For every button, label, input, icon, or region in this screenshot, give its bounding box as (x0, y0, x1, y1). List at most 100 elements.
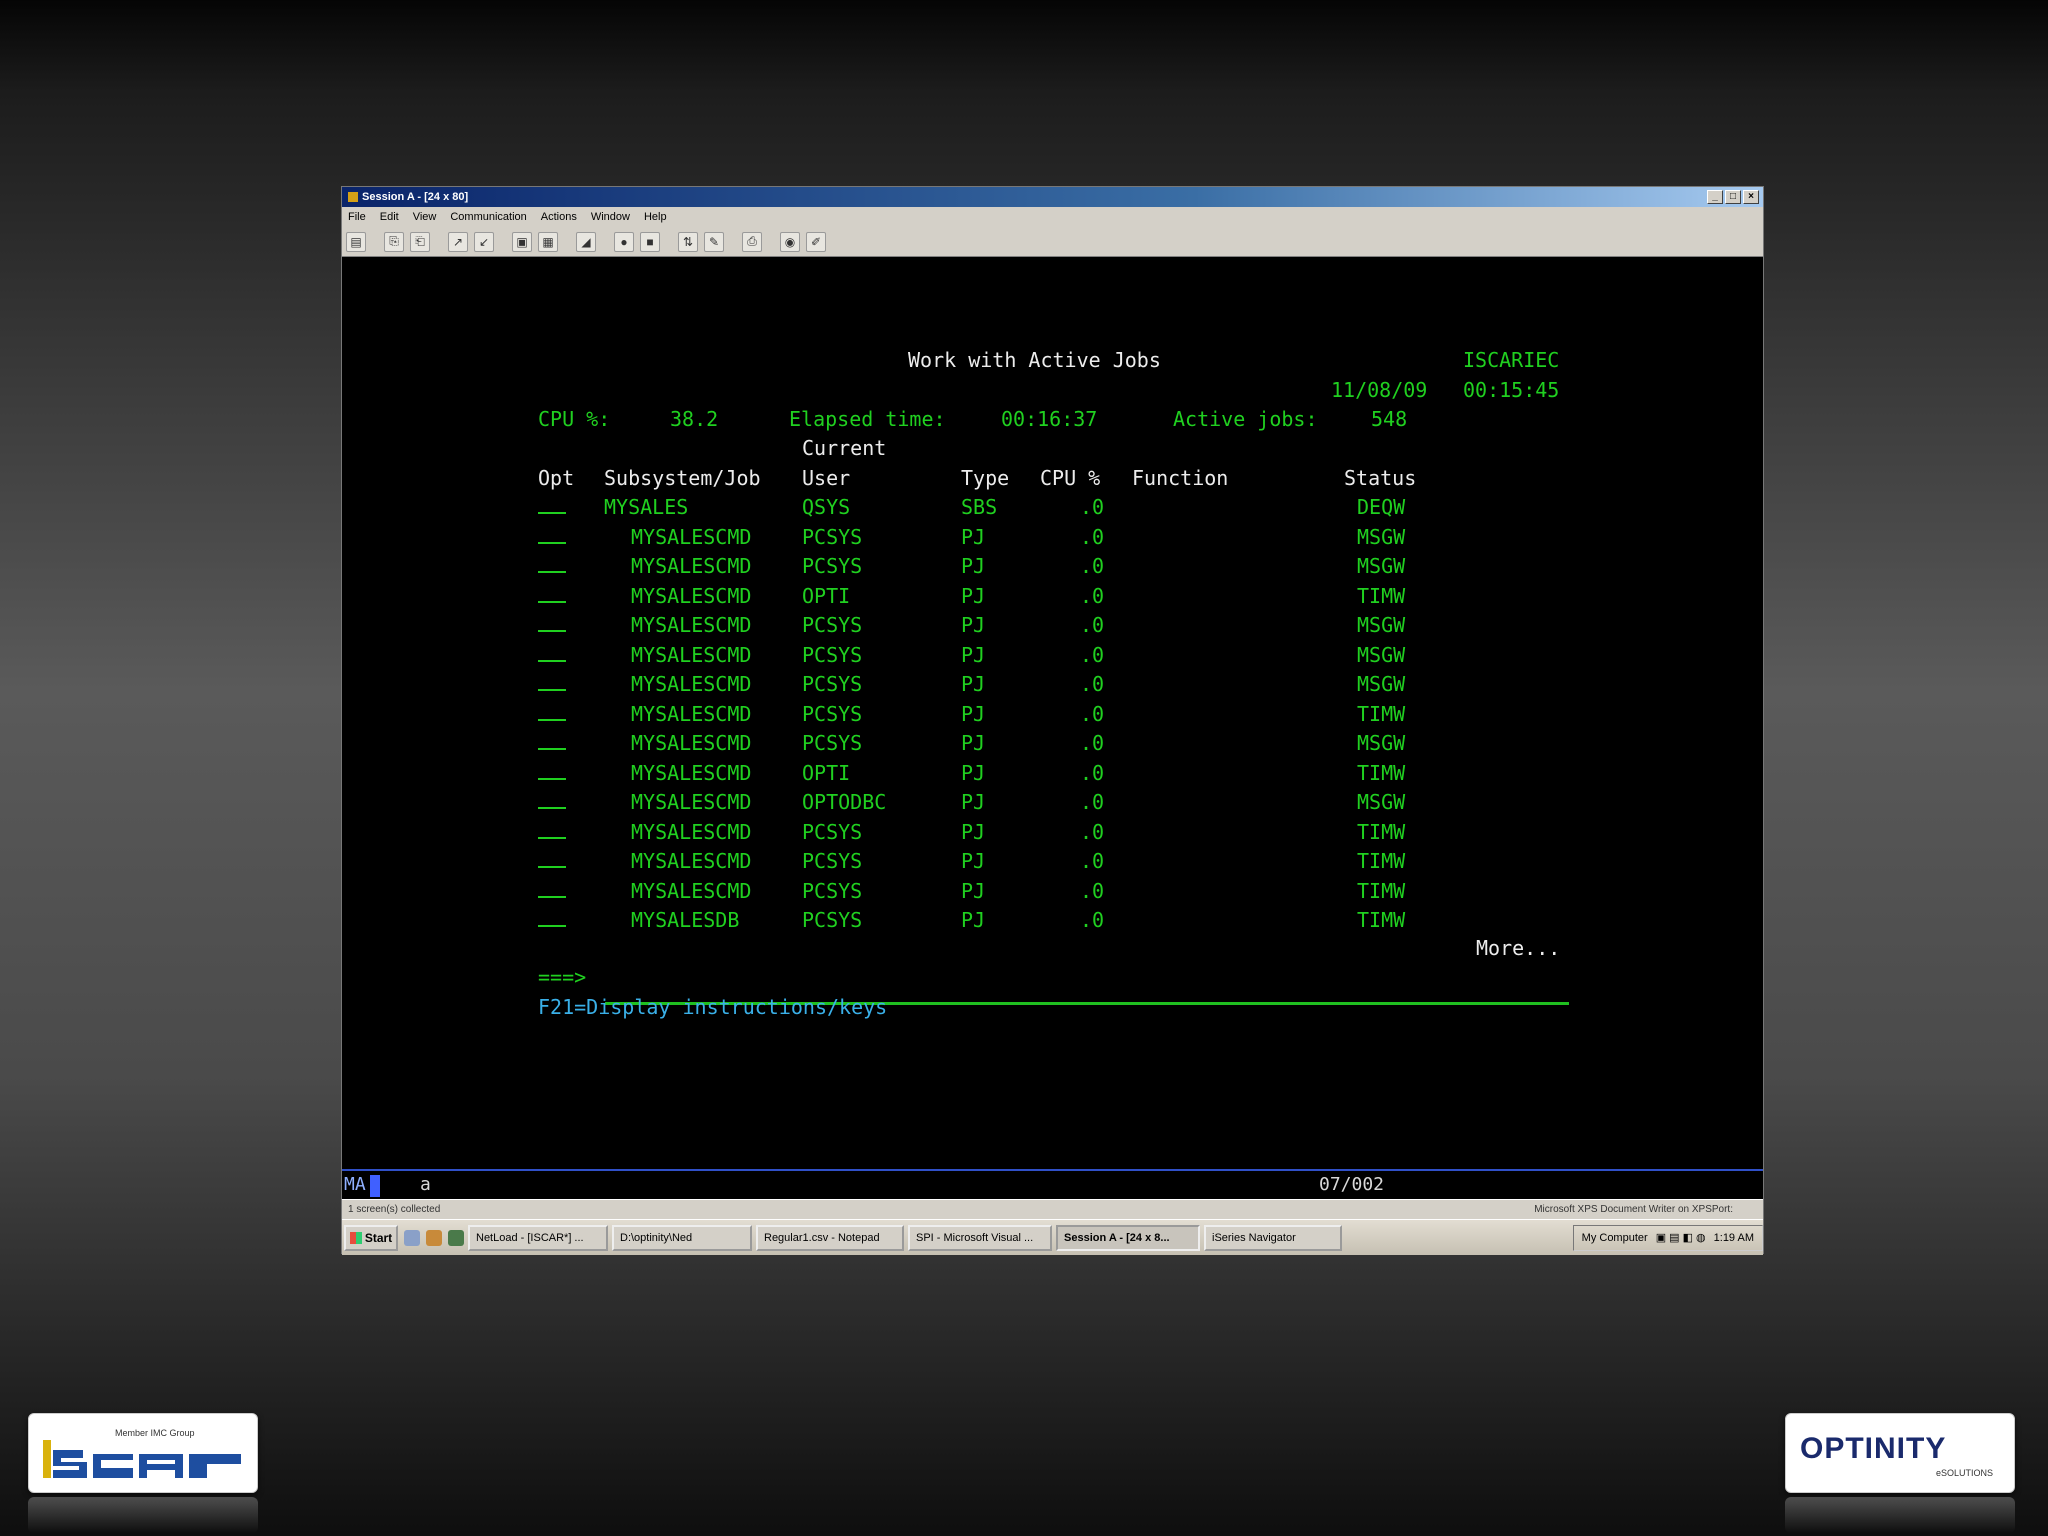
job-type: PJ (961, 613, 986, 637)
menu-communication[interactable]: Communication (450, 211, 526, 223)
job-cpu: .0 (1080, 613, 1105, 637)
job-name: MYSALESDB (631, 908, 740, 932)
header-user: User (802, 466, 851, 490)
opt-field[interactable] (538, 671, 566, 691)
quicklaunch-icon[interactable] (448, 1229, 464, 1246)
display-icon[interactable]: ▣ (512, 231, 532, 252)
emulator-window: Session A - [24 x 80] _ □ × File Edit Vi… (341, 186, 1764, 1255)
job-status: TIMW (1357, 760, 1406, 785)
edit-icon[interactable]: ✎ (704, 231, 724, 252)
opt-field[interactable] (538, 819, 566, 839)
opt-field[interactable] (538, 583, 566, 603)
quicklaunch-icon[interactable] (426, 1229, 442, 1246)
job-user: PCSYS (802, 672, 863, 696)
terminal-screen[interactable]: Work with Active Jobs ISCARIEC 11/08/09 … (342, 257, 1763, 1169)
job-status: TIMW (1357, 849, 1406, 873)
menu-help[interactable]: Help (644, 211, 667, 223)
task-button[interactable]: D:\optinity\Ned (612, 1224, 752, 1251)
paste-icon[interactable]: ⎗ (410, 231, 430, 252)
start-button[interactable]: Start (344, 1224, 398, 1251)
tray-label[interactable]: My Computer (1582, 1232, 1648, 1244)
job-type: PJ (961, 554, 986, 578)
command-prompt: ===> (538, 965, 587, 989)
menu-edit[interactable]: Edit (380, 211, 399, 223)
send-icon[interactable]: ↗ (448, 231, 468, 252)
date: 11/08/09 (1331, 378, 1428, 402)
record-macro-icon[interactable]: ● (614, 231, 634, 252)
job-cpu: .0 (1080, 760, 1105, 785)
opt-field[interactable] (538, 524, 566, 544)
transfer-icon[interactable]: ⇅ (678, 231, 698, 252)
opt-field[interactable] (538, 612, 566, 632)
menu-actions[interactable]: Actions (541, 211, 577, 223)
more-indicator: More... (1476, 936, 1561, 960)
oia-indicator: a (420, 1174, 431, 1195)
cpu-label: CPU %: (538, 407, 611, 431)
receive-icon[interactable]: ↙ (474, 231, 494, 252)
header-cpu: CPU % (1040, 466, 1101, 490)
job-cpu: .0 (1080, 790, 1105, 814)
time: 00:15:45 (1463, 378, 1560, 402)
elapsed-value: 00:16:37 (1001, 407, 1098, 431)
job-status: TIMW (1357, 701, 1406, 726)
print-screen-icon[interactable]: ▤ (346, 231, 366, 252)
minimize-icon[interactable]: _ (1707, 190, 1723, 204)
job-user: OPTI (802, 760, 851, 785)
job-cpu: .0 (1080, 731, 1105, 755)
opt-field[interactable] (538, 730, 566, 750)
opt-field[interactable] (538, 789, 566, 809)
job-type: PJ (961, 819, 986, 844)
job-status: MSGW (1357, 790, 1406, 814)
job-user: QSYS (802, 495, 851, 519)
header-type: Type (961, 466, 1010, 490)
menu-view[interactable]: View (413, 211, 437, 223)
task-button[interactable]: iSeries Navigator (1204, 1224, 1342, 1251)
job-cpu: .0 (1080, 524, 1105, 549)
job-name: MYSALESCMD (631, 642, 752, 667)
keypad-icon[interactable]: ▦ (538, 231, 558, 252)
function-keys: F21=Display instructions/keys (538, 995, 888, 1019)
job-status: TIMW (1357, 583, 1406, 608)
job-type: PJ (961, 583, 986, 608)
job-type: PJ (961, 672, 986, 696)
job-user: PCSYS (802, 613, 863, 637)
disconnect-icon[interactable]: ◢ (576, 231, 596, 252)
job-type: PJ (961, 790, 986, 814)
oia-mode: MA (344, 1174, 366, 1195)
job-user: PCSYS (802, 642, 863, 667)
menu-file[interactable]: File (348, 211, 366, 223)
job-cpu: .0 (1080, 554, 1105, 578)
window-title: Session A - [24 x 80] (362, 191, 469, 203)
oia-cursor (370, 1175, 380, 1197)
copy-icon[interactable]: ⎘ (384, 231, 404, 252)
job-cpu: .0 (1080, 583, 1105, 608)
cursor-position: 07/002 (1319, 1174, 1385, 1195)
maximize-icon[interactable]: □ (1725, 190, 1741, 204)
opt-field[interactable] (538, 642, 566, 662)
opt-field[interactable] (538, 878, 566, 898)
task-button-active[interactable]: Session A - [24 x 8... (1056, 1224, 1200, 1251)
job-cpu: .0 (1080, 819, 1105, 844)
pencil-icon[interactable]: ✐ (806, 231, 826, 252)
opt-field[interactable] (538, 701, 566, 721)
task-button[interactable]: SPI - Microsoft Visual ... (908, 1224, 1052, 1251)
opt-field[interactable] (538, 907, 566, 927)
task-button[interactable]: NetLoad - [ISCAR*] ... (468, 1224, 608, 1251)
document-icon[interactable]: ⎙ (742, 231, 762, 252)
status-left: 1 screen(s) collected (348, 1204, 441, 1215)
close-icon[interactable]: × (1743, 190, 1759, 204)
globe-icon[interactable]: ◉ (780, 231, 800, 252)
header-opt: Opt (538, 466, 575, 490)
taskbar: Start NetLoad - [ISCAR*] ... D:\optinity… (342, 1219, 1763, 1255)
title-bar[interactable]: Session A - [24 x 80] _ □ × (342, 187, 1763, 207)
opt-field[interactable] (538, 848, 566, 868)
quicklaunch-icon[interactable] (404, 1229, 420, 1246)
stop-macro-icon[interactable]: ■ (640, 231, 660, 252)
menu-window[interactable]: Window (591, 211, 630, 223)
job-name: MYSALESCMD (631, 760, 752, 785)
opt-field[interactable] (538, 760, 566, 780)
job-name: MYSALESCMD (631, 672, 752, 696)
task-button[interactable]: Regular1.csv - Notepad (756, 1224, 904, 1251)
opt-field[interactable] (538, 494, 566, 514)
opt-field[interactable] (538, 553, 566, 573)
